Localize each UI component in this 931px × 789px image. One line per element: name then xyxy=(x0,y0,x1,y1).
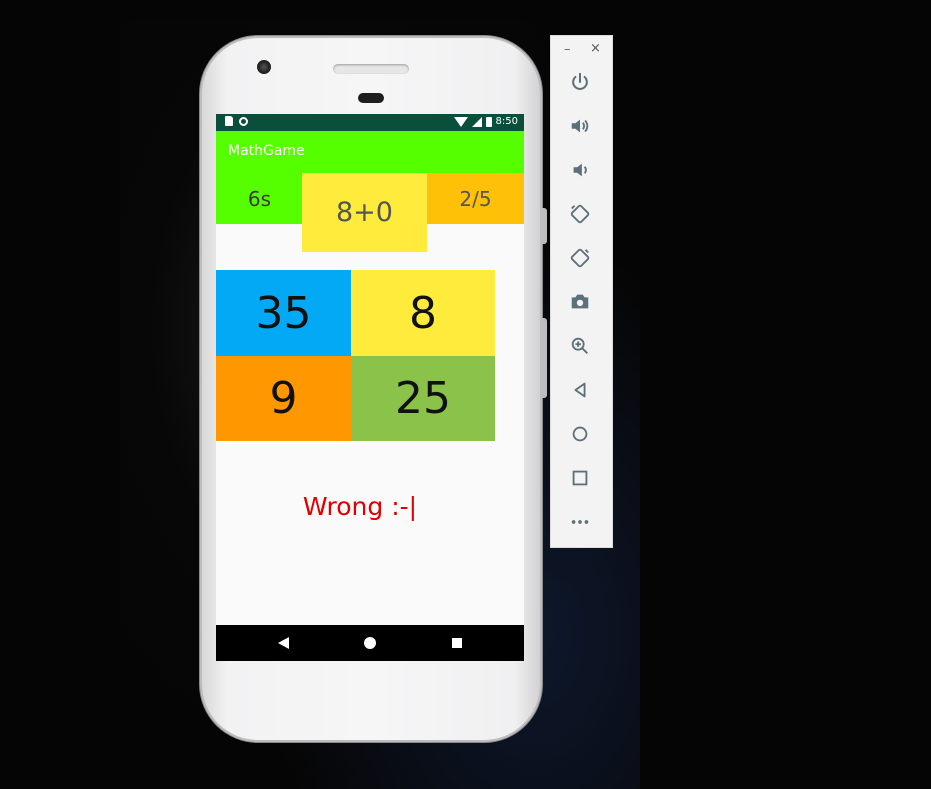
phone-screen: 8:50 MathGame 6s 2/5 8+0 35 8 9 25 Wrong… xyxy=(216,114,524,661)
android-nav-bar xyxy=(216,625,524,661)
volume-down-icon[interactable] xyxy=(567,157,593,183)
front-camera-icon xyxy=(257,60,271,74)
result-message: Wrong :-| xyxy=(302,492,418,521)
question-display: 8+0 xyxy=(302,173,427,252)
status-time: 8:50 xyxy=(495,116,518,127)
nav-back-icon[interactable] xyxy=(278,637,289,649)
answer-button-1[interactable]: 35 xyxy=(216,270,351,356)
answer-button-2[interactable]: 8 xyxy=(351,270,495,356)
proximity-sensor xyxy=(358,93,384,103)
overview-icon[interactable] xyxy=(567,465,593,491)
phone-volume-key xyxy=(542,318,547,398)
phone-power-key xyxy=(542,208,547,244)
nav-home-icon[interactable] xyxy=(364,637,376,649)
timer-display: 6s xyxy=(216,173,303,224)
status-bar: 8:50 xyxy=(216,114,524,131)
sync-icon xyxy=(239,116,248,126)
answer-button-4[interactable]: 25 xyxy=(351,356,495,441)
answer-button-3[interactable]: 9 xyxy=(216,356,351,441)
emulator-toolbar: – × xyxy=(550,35,613,548)
battery-icon xyxy=(485,117,492,127)
earpiece-speaker xyxy=(333,64,409,74)
volume-up-icon[interactable] xyxy=(567,113,593,139)
sd-card-icon xyxy=(225,116,233,126)
home-icon[interactable] xyxy=(567,421,593,447)
rotate-right-icon[interactable] xyxy=(567,245,593,271)
minimize-button[interactable]: – xyxy=(564,42,571,57)
more-icon[interactable] xyxy=(567,509,593,535)
app-bar: MathGame xyxy=(216,131,524,173)
cell-signal-icon xyxy=(471,117,482,127)
back-icon[interactable] xyxy=(567,377,593,403)
rotate-left-icon[interactable] xyxy=(567,201,593,227)
score-display: 2/5 xyxy=(427,173,524,224)
power-icon[interactable] xyxy=(567,69,593,95)
app-title: MathGame xyxy=(228,143,305,159)
zoom-icon[interactable] xyxy=(567,333,593,359)
close-button[interactable]: × xyxy=(590,41,601,56)
nav-recents-icon[interactable] xyxy=(452,638,462,648)
camera-icon[interactable] xyxy=(567,289,593,315)
wifi-icon xyxy=(453,117,468,127)
